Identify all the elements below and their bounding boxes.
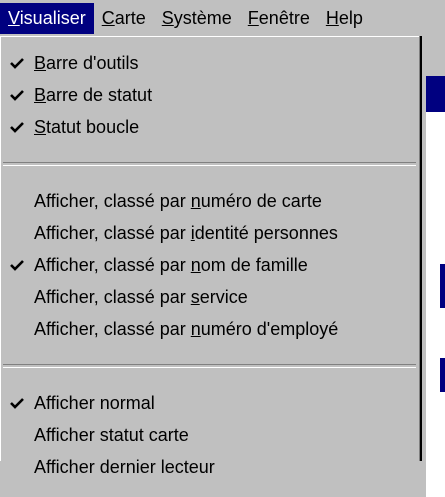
menu-item-label: Afficher, classé par — [34, 287, 191, 307]
checkmark-icon — [10, 79, 30, 111]
menu-item-label: Afficher normal — [34, 393, 155, 413]
background-selection-mark — [440, 358, 445, 392]
menu-carte[interactable]: Carte — [94, 3, 154, 34]
menu-item-mnemonic: n — [190, 319, 201, 339]
menu-item-label: ervice — [199, 287, 248, 307]
menu-visualiser[interactable]: Visualiser — [0, 2, 94, 34]
checkmark-icon — [10, 249, 30, 281]
menu-item-display-card-status[interactable]: Afficher statut carte — [0, 419, 420, 451]
menu-item-label: Afficher dernier lecteur — [34, 457, 215, 477]
menu-label: isualiser — [19, 7, 86, 28]
menu-item-label: Afficher, classé par — [34, 191, 191, 211]
menu-systeme[interactable]: Système — [154, 3, 240, 34]
menu-item-sort-card-number[interactable]: Afficher, classé par numéro de carte — [0, 185, 420, 217]
menu-item-mnemonic: s — [190, 287, 200, 307]
menu-bar: Visualiser Carte Système Fenêtre Help — [0, 0, 445, 36]
menu-item-mnemonic: B — [34, 53, 47, 73]
menu-item-display-normal[interactable]: Afficher normal — [0, 387, 420, 419]
menu-item-label: arre d'outils — [46, 53, 139, 73]
menu-label: elp — [338, 7, 363, 28]
menu-label: arte — [114, 7, 146, 28]
menu-item-barre-statut[interactable]: Barre de statut — [0, 79, 420, 111]
menu-section-display: Afficher normal Afficher statut carte Af… — [0, 387, 420, 483]
checkmark-icon — [10, 387, 30, 419]
menu-item-label: tatut boucle — [46, 117, 140, 137]
checkmark-icon — [10, 47, 30, 79]
menu-item-label: uméro de carte — [200, 191, 322, 211]
menu-item-sort-service[interactable]: Afficher, classé par service — [0, 281, 420, 313]
menu-item-display-last-reader[interactable]: Afficher dernier lecteur — [0, 451, 420, 483]
background-selection-mark — [440, 264, 445, 308]
menu-item-sort-identity[interactable]: Afficher, classé par identité personnes — [0, 217, 420, 249]
menu-fenetre[interactable]: Fenêtre — [240, 3, 318, 34]
menu-mnemonic: H — [325, 7, 339, 28]
menu-help[interactable]: Help — [318, 3, 371, 34]
menu-item-statut-boucle[interactable]: Statut boucle — [0, 111, 420, 143]
menu-item-label: om de famille — [200, 255, 308, 275]
background-window-titlebar — [426, 76, 445, 112]
menu-item-label: Afficher statut carte — [34, 425, 189, 445]
menu-section-sort: Afficher, classé par numéro de carte Aff… — [0, 185, 420, 345]
menu-label: enêtre — [258, 7, 310, 28]
menu-label: ystème — [173, 7, 232, 28]
menu-item-label: Afficher, classé par — [34, 223, 191, 243]
menu-mnemonic: F — [247, 7, 259, 28]
menu-item-mnemonic: n — [190, 191, 201, 211]
menu-item-label: Afficher, classé par — [34, 319, 191, 339]
menu-mnemonic: V — [8, 7, 20, 28]
menu-item-label: dentité personnes — [194, 223, 338, 243]
menu-item-barre-outils[interactable]: Barre d'outils — [0, 47, 420, 79]
menu-separator — [3, 364, 416, 368]
menu-separator — [3, 162, 416, 166]
menu-section-bars: Barre d'outils Barre de statut Statut bo… — [0, 36, 420, 143]
menu-mnemonic: S — [161, 7, 174, 28]
visualiser-dropdown-menu: Barre d'outils Barre de statut Statut bo… — [0, 36, 422, 477]
menu-item-mnemonic: B — [34, 85, 47, 105]
menu-item-mnemonic: S — [34, 117, 47, 137]
menu-item-sort-last-name[interactable]: Afficher, classé par nom de famille — [0, 249, 420, 281]
menu-item-sort-employee-number[interactable]: Afficher, classé par numéro d'employé — [0, 313, 420, 345]
menu-mnemonic: C — [101, 7, 115, 28]
checkmark-icon — [10, 111, 30, 143]
menu-item-label: Afficher, classé par — [34, 255, 191, 275]
menu-item-mnemonic: n — [190, 255, 201, 275]
menu-item-label: uméro d'employé — [200, 319, 339, 339]
menu-item-label: arre de statut — [46, 85, 153, 105]
